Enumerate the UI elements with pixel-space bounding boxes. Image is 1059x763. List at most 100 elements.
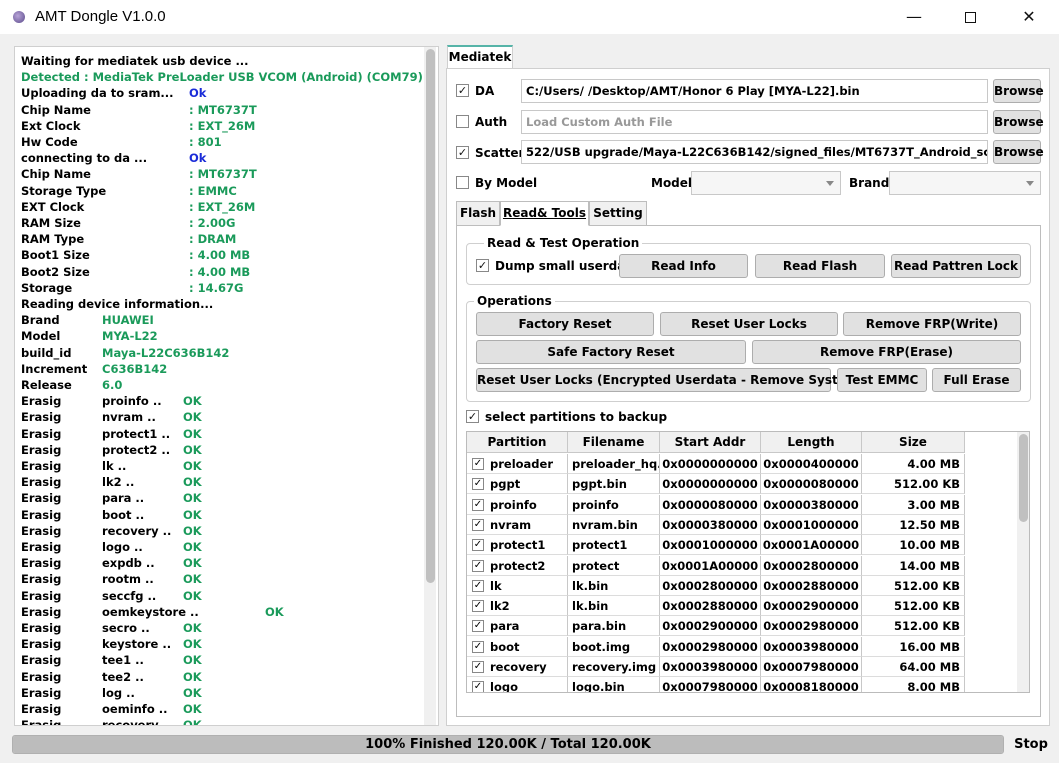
log-key: Erasig [21, 604, 62, 619]
column-header[interactable]: Start Addr [660, 432, 761, 453]
full-erase-button[interactable]: Full Erase [932, 368, 1021, 392]
log-value: OK [183, 410, 202, 425]
log-scrollbar-thumb[interactable] [426, 49, 435, 583]
table-cell: 0x0002900000 [660, 616, 761, 637]
log-value: OK [183, 653, 202, 668]
row-checkbox[interactable]: ✓ [472, 458, 484, 470]
row-checkbox[interactable]: ✓ [472, 681, 484, 692]
column-header[interactable]: Length [761, 432, 862, 453]
read-flash-button[interactable]: Read Flash [755, 254, 885, 278]
maximize-button[interactable] [947, 0, 993, 34]
column-header[interactable]: Partition [467, 432, 568, 453]
table-scrollbar[interactable] [1017, 432, 1029, 692]
table-row[interactable]: ✓ para para.bin 0x0002900000 0x0002980000 512… [467, 616, 965, 637]
reset-user-locks-encrypted-button[interactable]: Reset User Locks (Encrypted Userdata - R… [476, 368, 882, 392]
table-row[interactable]: ✓ logo logo.bin 0x0007980000 0x0008180000 8.0… [467, 677, 965, 692]
row-checkbox[interactable]: ✓ [472, 579, 484, 592]
log-value: : 4.00 MB [189, 248, 251, 263]
factory-reset-button[interactable]: Factory Reset [476, 312, 654, 336]
log-key: Erasig [21, 540, 62, 554]
tab-mediatek[interactable]: Mediatek [447, 45, 513, 69]
remove-frp-write-button[interactable]: Remove FRP(Write) [843, 312, 1021, 336]
table-row[interactable]: ✓ preloader preloader_hq...0x00000000000x0… [467, 454, 965, 474]
table-cell: ✓ recovery [467, 657, 568, 677]
table-cell: 14.00 MB [862, 555, 965, 576]
table-cell: 8.00 MB [862, 677, 965, 692]
table-row[interactable]: ✓ protect2 protect 0x0001A00000 0x0002800000… [467, 555, 965, 576]
tab-read-tools[interactable]: Read& Tools [500, 201, 589, 226]
log-value: : 4.00 MB [189, 264, 251, 279]
log-key: Erasig [21, 572, 62, 587]
log-key: Erasig [21, 410, 62, 425]
log-key: Brand [21, 313, 60, 328]
log-key: Erasig [21, 491, 62, 506]
da-file-field[interactable]: C:/Users/ /Desktop/AMT/Honor 6 Play [MYA… [521, 79, 988, 103]
read-info-button[interactable]: Read Info [619, 254, 748, 278]
column-header[interactable]: Size [862, 432, 965, 453]
log-partition: boot .. [102, 507, 145, 522]
log-scrollbar[interactable] [424, 47, 436, 725]
table-cell: 0x0001A00000 [660, 555, 761, 576]
table-row[interactable]: ✓ nvram nvram.bin 0x0000380000 0x0001000000 1… [467, 514, 965, 535]
log-value: HUAWEI [102, 313, 154, 328]
bymodel-checkbox[interactable] [456, 176, 469, 189]
row-checkbox[interactable]: ✓ [472, 640, 484, 653]
auth-file-field[interactable]: Load Custom Auth File [521, 110, 988, 134]
log-value: C636B142 [102, 361, 168, 376]
reset-user-locks-button[interactable]: Reset User Locks [660, 312, 838, 336]
scatter-file-field[interactable]: 522/USB upgrade/Maya-L22C636B142/signed_… [521, 140, 988, 164]
row-checkbox[interactable]: ✓ [472, 498, 484, 511]
column-header[interactable]: Filename [568, 432, 660, 453]
table-row[interactable]: ✓ protect1 protect1 0x0001000000 0x0001A0000… [467, 535, 965, 556]
tab-flash[interactable]: Flash [456, 201, 500, 226]
safe-factory-reset-button[interactable]: Safe Factory Reset [476, 340, 746, 364]
partition-name: pgpt [490, 477, 521, 492]
table-cell: 0x0000080000 [660, 494, 761, 515]
table-cell: 0x0002880000 [761, 575, 862, 596]
row-checkbox[interactable]: ✓ [472, 478, 484, 491]
table-cell: 0x0002880000 [660, 596, 761, 617]
table-cell: protect1 [568, 535, 660, 556]
dump-userdata-checkbox[interactable]: ✓ [476, 259, 489, 272]
table-cell: 0x0000380000 [761, 494, 862, 515]
minimize-button[interactable]: — [891, 0, 937, 34]
table-row[interactable]: ✓ recovery recovery.img 0x0003980000 0x00079… [467, 657, 965, 677]
table-row[interactable]: ✓ pgpt pgpt.bin 0x0000000000 0x0000080000 512… [467, 474, 965, 495]
table-row[interactable]: ✓ boot boot.img 0x0002980000 0x0003980000 16.… [467, 636, 965, 657]
table-cell: boot.img [568, 636, 660, 657]
model-select[interactable] [691, 171, 841, 195]
table-row[interactable]: ✓ lk2 lk.bin 0x0002880000 0x0002900000 512.00… [467, 596, 965, 617]
row-checkbox[interactable]: ✓ [472, 539, 484, 552]
log-value: : DRAM [189, 232, 237, 247]
log-value: OK [183, 669, 202, 684]
row-checkbox[interactable]: ✓ [472, 600, 484, 613]
table-row[interactable]: ✓ lk lk.bin 0x0002800000 0x0002880000 512.00 … [467, 575, 965, 596]
read-pattern-lock-button[interactable]: Read Pattren Lock [891, 254, 1021, 278]
log-value: 6.0 [102, 378, 123, 392]
log-key: RAM Type [21, 232, 85, 247]
auth-checkbox[interactable] [456, 115, 469, 128]
log-partition: para .. [102, 491, 145, 506]
table-cell: 0x0007980000 [761, 657, 862, 677]
row-checkbox[interactable]: ✓ [472, 620, 484, 633]
log-value: : 801 [189, 135, 222, 149]
row-checkbox[interactable]: ✓ [472, 559, 484, 572]
da-browse-button[interactable]: Browse [993, 79, 1044, 103]
backup-partitions-checkbox[interactable]: ✓ [466, 410, 479, 423]
row-checkbox[interactable]: ✓ [472, 518, 484, 531]
row-checkbox[interactable]: ✓ [472, 661, 484, 673]
auth-browse-button[interactable]: Browse [993, 110, 1044, 134]
test-emmc-button[interactable]: Test EMMC [837, 368, 927, 392]
table-scrollbar-thumb[interactable] [1019, 434, 1028, 522]
scatter-browse-button[interactable]: Browse [993, 140, 1044, 164]
brand-select[interactable] [889, 171, 1041, 195]
da-checkbox[interactable]: ✓ [456, 84, 469, 97]
stop-button[interactable]: Stop [1013, 735, 1049, 754]
table-row[interactable]: ✓ proinfo proinfo 0x0000080000 0x0000380000 3… [467, 494, 965, 515]
remove-frp-erase-button[interactable]: Remove FRP(Erase) [752, 340, 1021, 364]
close-button[interactable]: ✕ [1006, 0, 1052, 34]
tab-setting[interactable]: Setting [589, 201, 647, 226]
table-cell: ✓ nvram [467, 514, 568, 535]
scatter-checkbox[interactable]: ✓ [456, 146, 469, 159]
log-partition: tee2 .. [102, 669, 144, 684]
